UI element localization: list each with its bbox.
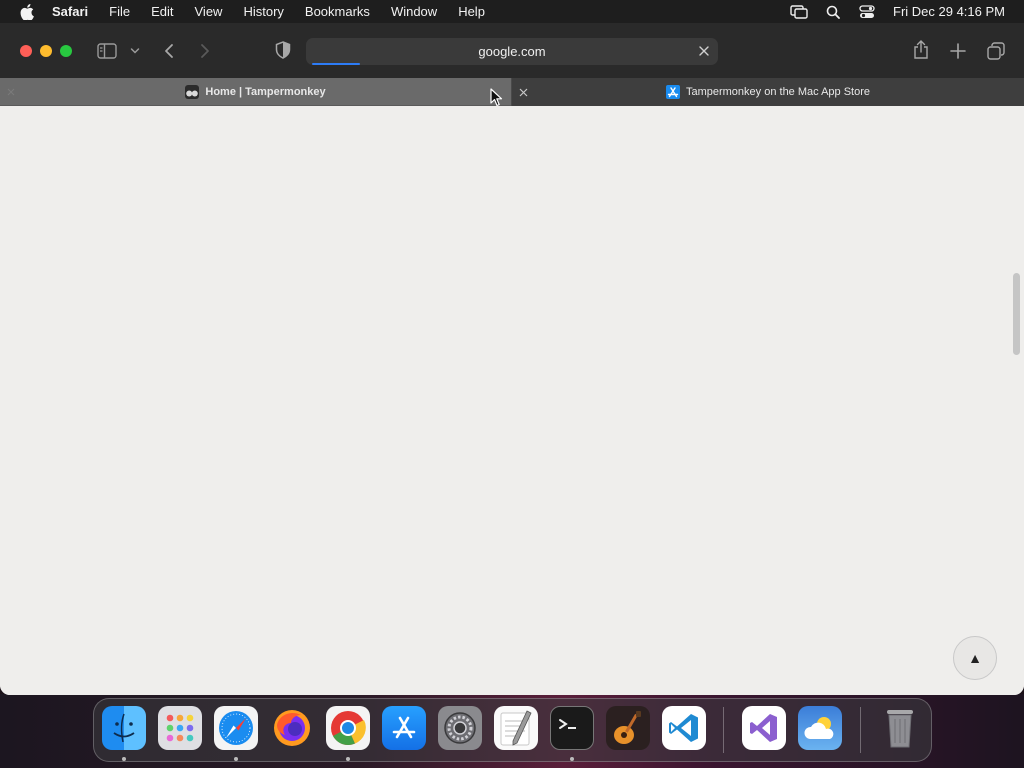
tab-mac-app-store[interactable]: Tampermonkey on the Mac App Store — [512, 78, 1024, 106]
tab-home-tampermonkey[interactable]: Home | Tampermonkey — [0, 78, 511, 106]
tab-overview-icon[interactable] — [985, 40, 1007, 62]
app-store-icon — [665, 85, 680, 99]
forward-button-icon[interactable] — [196, 41, 214, 61]
dock-vscode-icon[interactable] — [662, 706, 706, 750]
dock-system-settings-icon[interactable] — [438, 706, 482, 750]
dock-terminal-icon[interactable] — [550, 706, 594, 750]
menu-app-safari[interactable]: Safari — [52, 4, 88, 19]
menu-bookmarks[interactable]: Bookmarks — [305, 4, 370, 19]
tab-close-icon[interactable] — [3, 84, 19, 100]
running-indicator — [346, 757, 350, 761]
vertical-scrollbar-thumb[interactable] — [1013, 273, 1020, 355]
tab-close-icon[interactable] — [515, 84, 531, 100]
apple-menu-icon[interactable] — [18, 3, 36, 21]
window-close-button[interactable] — [20, 45, 32, 57]
running-indicator — [122, 757, 126, 761]
arrow-up-icon: ▲ — [968, 650, 982, 666]
mouse-pointer-icon — [490, 88, 503, 107]
running-indicator — [570, 757, 574, 761]
control-center-icon[interactable] — [857, 4, 877, 20]
tab-bar: Home | Tampermonkey Tampermonkey on the … — [0, 78, 1024, 106]
dock-separator — [723, 707, 724, 753]
window-minimize-button[interactable] — [40, 45, 52, 57]
dock-safari-icon[interactable] — [214, 706, 258, 750]
back-button-icon[interactable] — [160, 41, 178, 61]
privacy-shield-icon[interactable] — [273, 40, 293, 60]
menu-file[interactable]: File — [109, 4, 130, 19]
running-indicator — [234, 757, 238, 761]
dock-separator — [860, 707, 861, 753]
dock-chrome-icon[interactable] — [326, 706, 370, 750]
window-maximize-button[interactable] — [60, 45, 72, 57]
safari-toolbar: google.com — [0, 23, 1024, 78]
dock-finder-icon[interactable] — [102, 706, 146, 750]
sidebar-toggle-icon[interactable] — [96, 41, 118, 61]
menu-history[interactable]: History — [243, 4, 283, 19]
dock-weather-icon[interactable] — [798, 706, 842, 750]
address-bar[interactable]: google.com — [306, 38, 718, 65]
clear-address-icon[interactable] — [696, 43, 712, 59]
safari-window: google.com Home | Tampermonkey Tampermon… — [0, 23, 1024, 695]
dock-launchpad-icon[interactable] — [158, 706, 202, 750]
menu-window[interactable]: Window — [391, 4, 437, 19]
spotlight-search-icon[interactable] — [823, 4, 843, 20]
dock-firefox-icon[interactable] — [270, 706, 314, 750]
menu-bar: Safari File Edit View History Bookmarks … — [0, 0, 1024, 23]
scroll-to-top-button[interactable]: ▲ — [953, 636, 997, 680]
dock-app-store-icon[interactable] — [382, 706, 426, 750]
web-page-content[interactable]: ▲ — [0, 106, 1024, 695]
page-load-progress-bar — [312, 63, 360, 65]
tampermonkey-icon — [185, 84, 200, 99]
address-text: google.com — [478, 44, 546, 59]
dock-textedit-icon[interactable] — [494, 706, 538, 750]
dock-garageband-icon[interactable] — [606, 706, 650, 750]
share-icon[interactable] — [911, 38, 931, 62]
tab-title: Home | Tampermonkey — [205, 85, 326, 98]
menu-edit[interactable]: Edit — [151, 4, 173, 19]
new-tab-icon[interactable] — [948, 41, 968, 61]
chevron-down-icon[interactable] — [129, 45, 141, 57]
screen-mirroring-icon[interactable] — [789, 4, 809, 20]
dock-trash-icon[interactable] — [878, 706, 922, 750]
dock — [93, 698, 932, 762]
menu-help[interactable]: Help — [458, 4, 485, 19]
dock-visual-studio-icon[interactable] — [742, 706, 786, 750]
tab-title: Tampermonkey on the Mac App Store — [685, 86, 871, 98]
menu-view[interactable]: View — [195, 4, 223, 19]
menu-bar-clock[interactable]: Fri Dec 29 4:16 PM — [893, 4, 1005, 19]
